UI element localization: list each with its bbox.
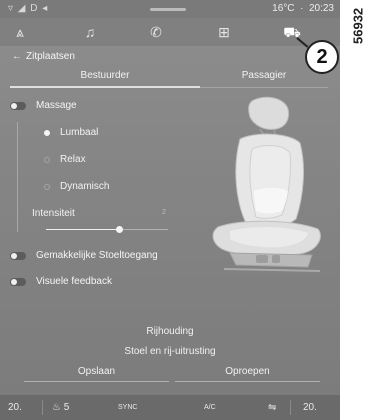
clock: 20:23 [308, 3, 334, 14]
slider-thumb[interactable] [116, 226, 124, 233]
callout-marker: 2 [305, 40, 339, 74]
radio-lumbaal[interactable] [44, 130, 50, 136]
massage-label: Massage [36, 100, 77, 111]
climate-bar: 20. ♨ 5 SYNC A/C ⇋ 20. [0, 395, 340, 420]
tab-driver[interactable]: Bestuurder [10, 68, 200, 88]
divider [290, 400, 291, 415]
page-title: Zitplaatsen [26, 51, 75, 62]
seat-heating-level: 5 [63, 402, 70, 413]
infotainment-screen: ▿ ◢ D ◂ 16°C · 20:23 ⩓ ♫ ✆ ⊞ ⛟ ← Zitplaa… [0, 0, 340, 420]
visual-feedback-toggle[interactable] [10, 278, 26, 286]
left-temperature[interactable]: 20. [8, 402, 22, 413]
seat-heating-icon: ♨ [52, 402, 61, 413]
reference-number: 56932 [350, 7, 366, 45]
status-icons: ▿ ◢ D ◂ [8, 3, 49, 14]
apps-grid-icon[interactable]: ⊞ [212, 22, 236, 42]
driving-position-title: Rijhouding [146, 326, 194, 337]
page-header: ← Zitplaatsen [0, 48, 340, 66]
option-label: Lumbaal [60, 127, 99, 138]
option-label: Relax [60, 154, 86, 165]
intensity-label: Intensiteit [32, 208, 75, 219]
main-nav-bar: ⩓ ♫ ✆ ⊞ ⛟ [0, 18, 340, 46]
massage-toggle[interactable] [10, 102, 26, 110]
status-temp-time: 16°C · 20:23 [272, 3, 334, 14]
intensity-slider[interactable] [46, 226, 168, 233]
music-icon[interactable]: ♫ [78, 22, 102, 42]
outside-temperature: 16°C [272, 3, 295, 14]
sync-button[interactable]: SYNC [118, 404, 137, 411]
ac-button[interactable]: A/C [204, 404, 216, 411]
radio-dynamisch[interactable] [44, 184, 50, 190]
tab-passenger[interactable]: Passagier [200, 68, 328, 88]
status-bar: ▿ ◢ D ◂ 16°C · 20:23 [0, 0, 340, 18]
seat-illustration-icon [212, 96, 321, 272]
massage-options-connector [17, 122, 18, 232]
easy-access-label: Gemakkelijke Stoeltoegang [36, 250, 158, 261]
status-notch [150, 8, 186, 11]
seat-heating-left[interactable]: ♨ 5 [52, 402, 69, 413]
easy-access-toggle[interactable] [10, 252, 26, 260]
back-arrow-icon[interactable]: ← [12, 51, 22, 62]
right-temperature[interactable]: 20. [303, 402, 317, 413]
driving-position-subtitle: Stoel en rij-uitrusting [124, 346, 216, 357]
option-label: Dynamisch [60, 181, 110, 192]
intensity-value: 2 [162, 209, 166, 216]
recall-button[interactable]: Oproepen [175, 364, 320, 382]
slider-fill [46, 229, 120, 230]
save-button[interactable]: Opslaan [24, 364, 169, 382]
visual-feedback-label: Visuele feedback [36, 276, 112, 287]
seat-ventilation-icon[interactable]: ⇋ [268, 402, 276, 413]
radio-relax[interactable] [44, 157, 50, 163]
navigation-icon[interactable]: ⩓ [8, 22, 32, 42]
phone-icon[interactable]: ✆ [144, 22, 168, 42]
divider [42, 400, 43, 415]
